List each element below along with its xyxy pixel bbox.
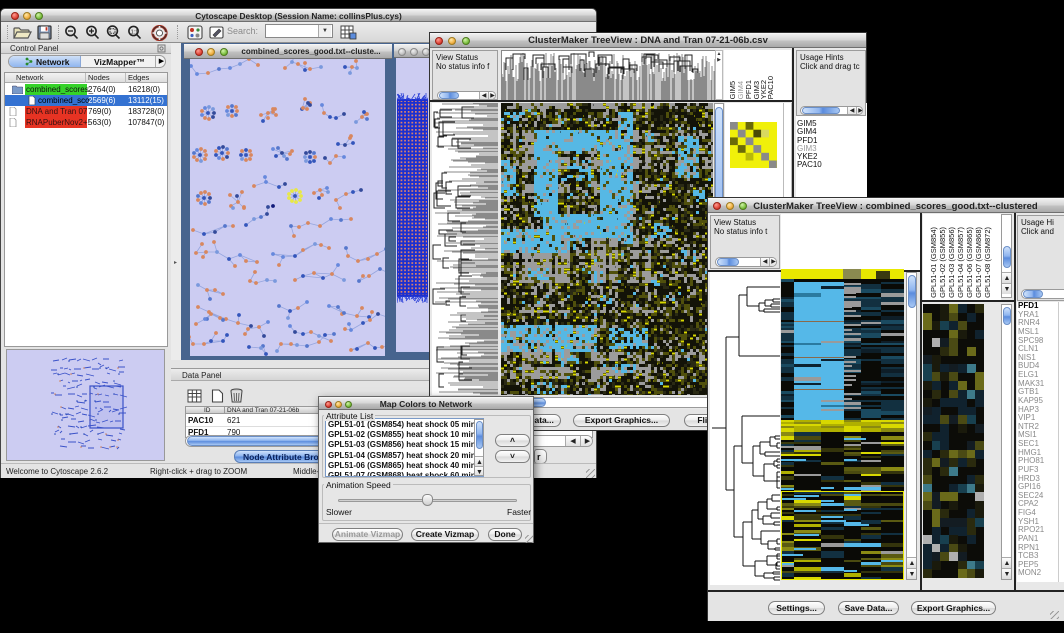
svg-text:1:1: 1:1: [131, 30, 139, 36]
